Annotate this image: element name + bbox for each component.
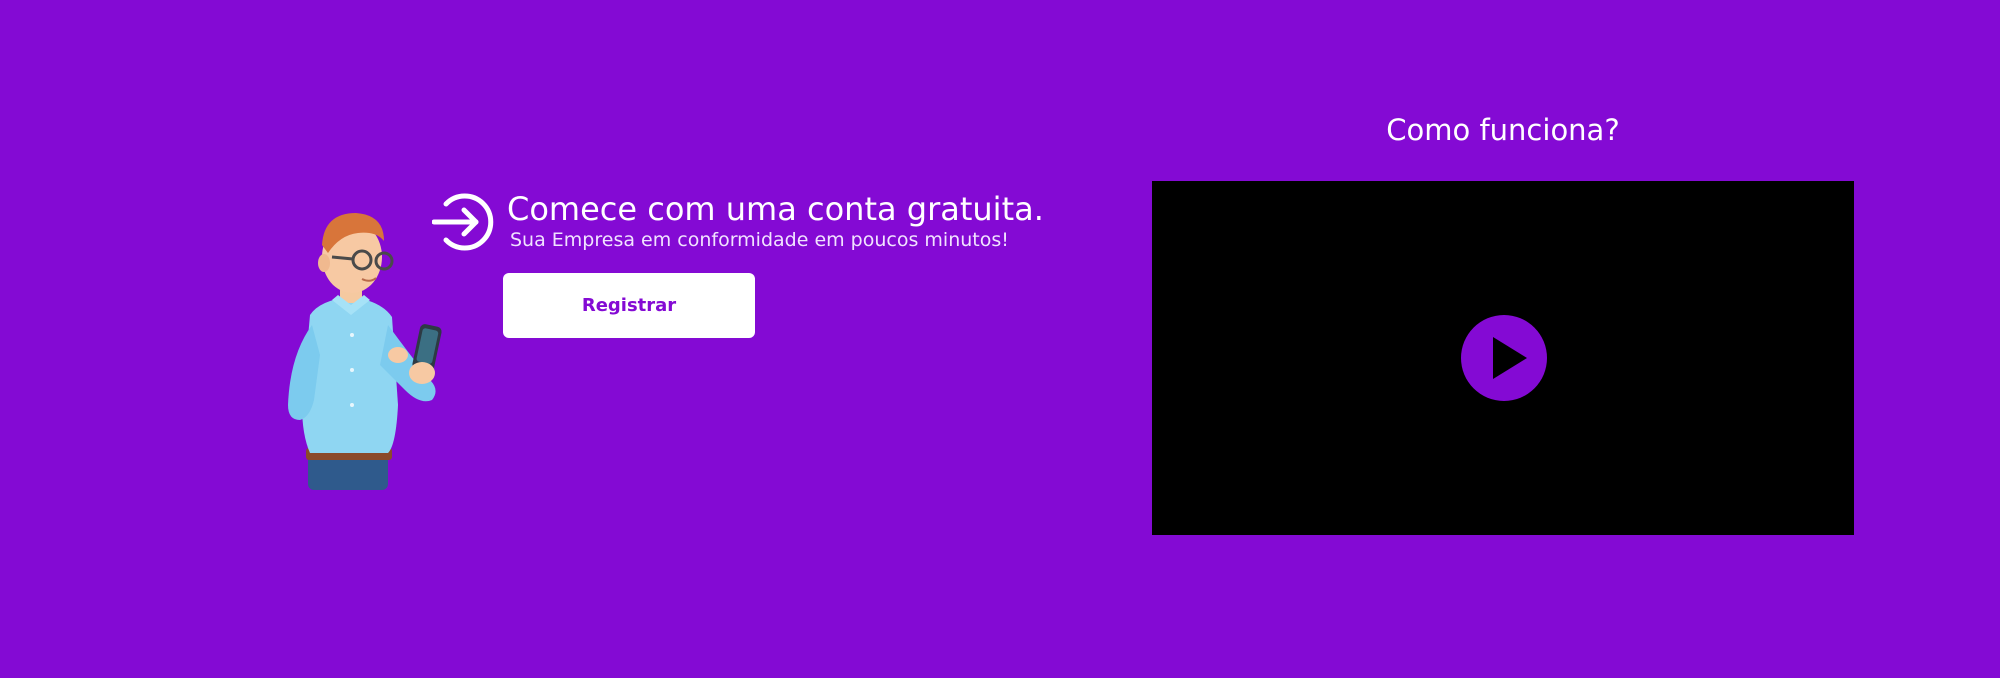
play-button[interactable] [1461, 315, 1547, 401]
video-player[interactable] [1152, 181, 1854, 535]
sign-in-arrow-icon [432, 193, 494, 251]
play-icon [1493, 337, 1527, 379]
signup-subtitle: Sua Empresa em conformidade em poucos mi… [510, 229, 1009, 251]
video-heading: Como funciona? [1386, 113, 1620, 147]
signup-title: Comece com uma conta gratuita. [507, 190, 1044, 228]
hero-section: Comece com uma conta gratuita. Sua Empre… [0, 0, 2000, 678]
register-button[interactable]: Registrar [503, 273, 755, 338]
